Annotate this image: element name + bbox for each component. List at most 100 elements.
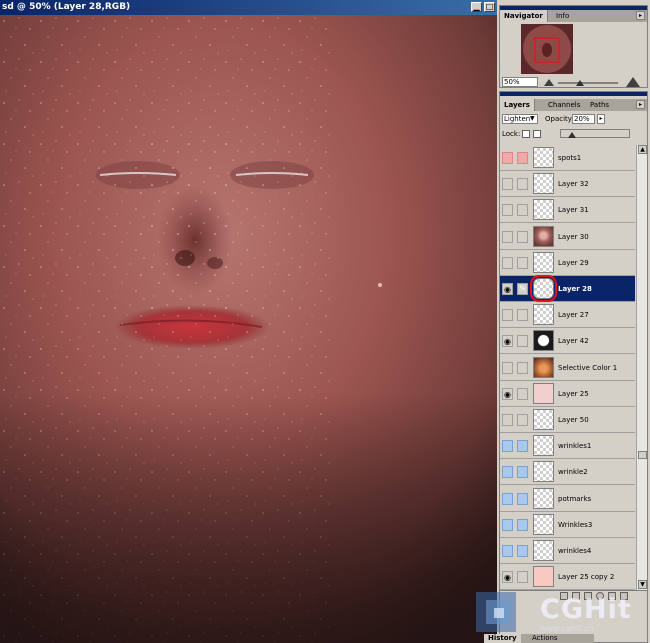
scroll-up-arrow-icon[interactable]: ▲ — [638, 145, 647, 154]
layer-visibility-toggle[interactable] — [502, 309, 513, 322]
layer-thumbnail[interactable] — [530, 275, 557, 302]
layer-link-toggle[interactable] — [517, 440, 528, 453]
layer-visibility-toggle[interactable] — [502, 492, 513, 505]
minimize-button[interactable]: ▁ — [471, 2, 482, 12]
layer-thumbnail[interactable] — [533, 330, 554, 352]
lock-transparency-checkbox[interactable] — [522, 130, 530, 138]
layer-thumbnail[interactable] — [533, 147, 554, 168]
layer-row[interactable]: Layer 50 — [500, 407, 635, 433]
layer-visibility-toggle[interactable] — [502, 230, 513, 243]
layer-link-toggle[interactable] — [517, 152, 528, 164]
layer-visibility-toggle[interactable] — [502, 518, 513, 531]
layer-link-toggle[interactable] — [517, 309, 528, 322]
navigator-panel: Navigator Info ▸ 50% — [499, 5, 648, 88]
layer-thumbnail[interactable] — [533, 382, 554, 404]
layer-thumbnail[interactable] — [533, 251, 554, 273]
document-title-bar[interactable]: sd @ 50% (Layer 28,RGB) ▁ □ — [0, 0, 497, 15]
layer-thumbnail[interactable] — [533, 199, 554, 221]
layer-row[interactable]: ◉ Layer 42 — [500, 328, 635, 355]
layer-thumbnail[interactable] — [533, 540, 554, 561]
layer-link-toggle[interactable] — [517, 571, 528, 584]
tab-paths[interactable]: Paths — [586, 99, 613, 111]
zoom-percent-field[interactable]: 50% — [502, 77, 538, 87]
layer-visibility-toggle[interactable]: ◉ — [502, 335, 513, 348]
layer-link-toggle[interactable] — [517, 492, 528, 505]
panel-menu-arrow-icon[interactable]: ▸ — [636, 100, 645, 109]
layer-name: Layer 25 — [558, 389, 589, 398]
document-canvas[interactable] — [0, 15, 497, 643]
layer-link-toggle[interactable] — [517, 230, 528, 243]
layer-visibility-toggle[interactable] — [502, 256, 513, 269]
layer-row[interactable]: Layer 31 — [500, 197, 635, 224]
tab-navigator[interactable]: Navigator — [500, 10, 548, 22]
tab-channels[interactable]: Channels — [544, 99, 584, 111]
panel-title-strip[interactable] — [500, 92, 647, 96]
layer-link-toggle[interactable] — [517, 387, 528, 400]
layer-thumbnail[interactable] — [533, 173, 554, 195]
layer-row[interactable]: Wrinkles3 — [500, 512, 635, 538]
layer-row[interactable]: spots1 — [500, 145, 635, 171]
layer-row[interactable]: Layer 32 — [500, 171, 635, 198]
layer-link-toggle[interactable] — [517, 204, 528, 217]
layer-thumbnail[interactable] — [533, 225, 554, 247]
layer-link-toggle[interactable] — [517, 335, 528, 348]
eye-icon: ◉ — [504, 285, 511, 294]
panel-menu-arrow-icon[interactable]: ▸ — [636, 11, 645, 20]
layer-thumbnail[interactable] — [533, 409, 554, 430]
layer-visibility-toggle[interactable] — [502, 204, 513, 217]
opacity-field[interactable]: 20% — [572, 114, 595, 124]
maximize-button[interactable]: □ — [484, 2, 495, 12]
layer-thumbnail[interactable] — [533, 304, 554, 326]
layer-thumbnail[interactable] — [533, 513, 554, 535]
layer-row[interactable]: ◉ Layer 25 — [500, 381, 635, 407]
layers-panel: Layers Channels Paths ▸ Lighten ▼ Opacit… — [499, 91, 648, 643]
layer-visibility-toggle[interactable]: ◉ — [502, 283, 513, 295]
layer-row[interactable]: wrinkle2 — [500, 459, 635, 486]
layer-link-toggle[interactable] — [517, 361, 528, 374]
opacity-arrow-icon[interactable]: ▸ — [597, 114, 605, 124]
eye-icon: ◉ — [504, 573, 511, 583]
navigator-zoom-row: 50% — [500, 77, 647, 88]
layer-visibility-toggle[interactable]: ◉ — [502, 387, 513, 400]
layer-row[interactable]: Layer 29 — [500, 250, 635, 276]
layer-link-toggle[interactable] — [517, 256, 528, 269]
layer-link-toggle[interactable] — [517, 414, 528, 426]
layer-visibility-toggle[interactable] — [502, 414, 513, 426]
layer-row[interactable]: ◉ ✎ Layer 28 — [500, 275, 635, 302]
layer-visibility-toggle[interactable] — [502, 466, 513, 479]
layer-name: Layer 30 — [558, 232, 589, 241]
layer-row[interactable]: Selective Color 1 — [500, 355, 635, 381]
navigator-thumbnail[interactable] — [521, 24, 573, 74]
layer-link-toggle[interactable] — [517, 178, 528, 191]
layer-row[interactable]: wrinkles4 — [500, 538, 635, 564]
opacity-slider[interactable] — [560, 129, 630, 138]
layer-name: Selective Color 1 — [558, 363, 618, 372]
layers-scrollbar[interactable]: ▲ ▼ — [636, 145, 647, 590]
layer-link-toggle[interactable] — [517, 518, 528, 531]
layer-name: Layer 31 — [558, 206, 589, 215]
layer-thumbnail[interactable] — [533, 566, 554, 588]
layer-visibility-toggle[interactable] — [502, 178, 513, 191]
layer-link-toggle[interactable] — [517, 466, 528, 479]
layer-link-toggle[interactable] — [517, 545, 528, 557]
layer-row[interactable]: wrinkles1 — [500, 433, 635, 460]
layer-thumbnail[interactable] — [533, 487, 554, 509]
layer-thumbnail[interactable] — [533, 435, 554, 457]
layer-visibility-toggle[interactable]: ◉ — [502, 571, 513, 584]
layer-row[interactable]: Layer 27 — [500, 302, 635, 329]
layer-thumbnail[interactable] — [533, 356, 554, 378]
scroll-thumb[interactable] — [638, 451, 647, 459]
dropdown-arrow-icon[interactable]: ▼ — [530, 115, 535, 122]
tab-layers[interactable]: Layers — [500, 99, 535, 111]
layer-row[interactable]: Layer 30 — [500, 224, 635, 250]
layer-thumbnail[interactable] — [533, 461, 554, 483]
layer-visibility-toggle[interactable] — [502, 545, 513, 557]
layer-row[interactable]: potmarks — [500, 486, 635, 512]
lock-image-checkbox[interactable] — [533, 130, 541, 138]
layer-visibility-toggle[interactable] — [502, 361, 513, 374]
layer-link-toggle[interactable]: ✎ — [517, 283, 528, 295]
layer-visibility-toggle[interactable] — [502, 152, 513, 164]
tab-info[interactable]: Info — [552, 10, 573, 22]
layer-visibility-toggle[interactable] — [502, 440, 513, 453]
zoom-slider[interactable] — [542, 77, 646, 88]
